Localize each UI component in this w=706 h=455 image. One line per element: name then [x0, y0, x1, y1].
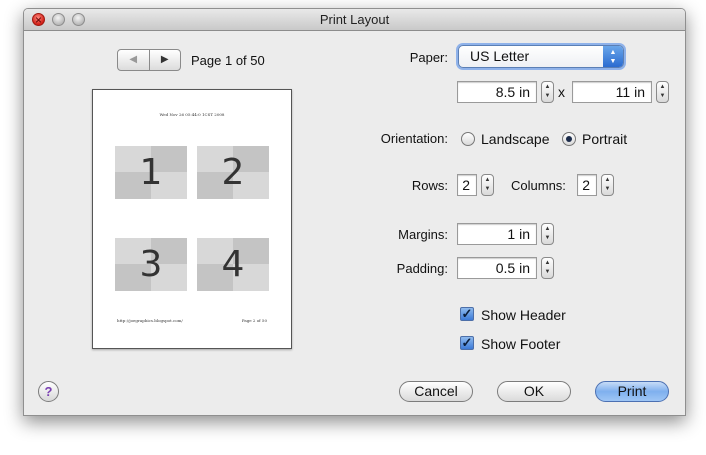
print-layout-window: Print Layout ◀ ▶ Page 1 of 50 Wed Nov 26… [23, 8, 686, 416]
show-footer-label[interactable]: Show Footer [481, 336, 560, 352]
show-header-checkbox[interactable]: ✓ [460, 307, 474, 321]
paper-width-stepper[interactable]: ▲ ▼ [541, 81, 554, 103]
paper-height-stepper[interactable]: ▲ ▼ [656, 81, 669, 103]
preview-header-text: Wed Nov 26 05:44:0 1CST 2008 [159, 112, 225, 117]
paper-size-popup[interactable]: US Letter ▲ ▼ [458, 45, 624, 68]
padding-field[interactable]: 0.5 in [457, 257, 537, 279]
padding-stepper[interactable]: ▲ ▼ [541, 257, 554, 279]
preview-footer-right: Page 2 of 50 [241, 318, 267, 323]
rows-label: Rows: [411, 178, 448, 193]
window-title: Print Layout [319, 12, 390, 27]
preview-cell: 2 [197, 146, 269, 199]
portrait-radio[interactable] [562, 132, 576, 146]
portrait-label[interactable]: Portrait [582, 131, 627, 147]
page-preview: Wed Nov 26 05:44:0 1CST 2008 1 2 3 4 htt… [92, 89, 292, 349]
paper-width-field[interactable]: 8.5 in [457, 81, 537, 103]
zoom-window-icon[interactable] [72, 13, 85, 26]
preview-footer-left: http://joegraphics.blogspot.com/ [117, 318, 183, 323]
columns-field[interactable]: 2 [577, 174, 597, 196]
rows-field[interactable]: 2 [457, 174, 477, 196]
dimension-separator: x [558, 84, 565, 100]
columns-label: Columns: [511, 178, 566, 193]
print-button[interactable]: Print [595, 381, 669, 402]
margins-field[interactable]: 1 in [457, 223, 537, 245]
show-header-label[interactable]: Show Header [481, 307, 566, 323]
preview-cell-number: 2 [221, 152, 245, 193]
paper-height-field[interactable]: 11 in [572, 81, 652, 103]
ok-button[interactable]: OK [497, 381, 571, 402]
previous-page-icon[interactable]: ◀ [118, 50, 150, 70]
margins-stepper[interactable]: ▲ ▼ [541, 223, 554, 245]
next-page-icon[interactable]: ▶ [150, 50, 181, 70]
show-footer-checkbox[interactable]: ✓ [460, 336, 474, 350]
title-bar: Print Layout [24, 9, 685, 31]
close-window-icon[interactable] [32, 9, 45, 31]
page-indicator: Page 1 of 50 [191, 53, 265, 68]
minimize-window-icon[interactable] [52, 13, 65, 26]
columns-stepper[interactable]: ▲ ▼ [601, 174, 614, 196]
preview-cell-number: 1 [139, 152, 163, 193]
paper-label: Paper: [409, 50, 448, 65]
orientation-label: Orientation: [380, 131, 448, 146]
preview-cell: 1 [115, 146, 187, 199]
padding-label: Padding: [396, 261, 448, 276]
preview-cell: 3 [115, 238, 187, 291]
preview-cell-number: 4 [221, 244, 245, 285]
page-navigation-control: ◀ ▶ [117, 49, 181, 71]
preview-cell-number: 3 [139, 244, 163, 285]
cancel-button[interactable]: Cancel [399, 381, 473, 402]
popup-arrows-icon: ▲ ▼ [603, 46, 623, 67]
margins-label: Margins: [398, 227, 448, 242]
landscape-radio[interactable] [461, 132, 475, 146]
help-button[interactable]: ? [38, 381, 59, 402]
preview-cell: 4 [197, 238, 269, 291]
rows-stepper[interactable]: ▲ ▼ [481, 174, 494, 196]
landscape-label[interactable]: Landscape [481, 131, 550, 147]
paper-size-value: US Letter [470, 48, 530, 64]
